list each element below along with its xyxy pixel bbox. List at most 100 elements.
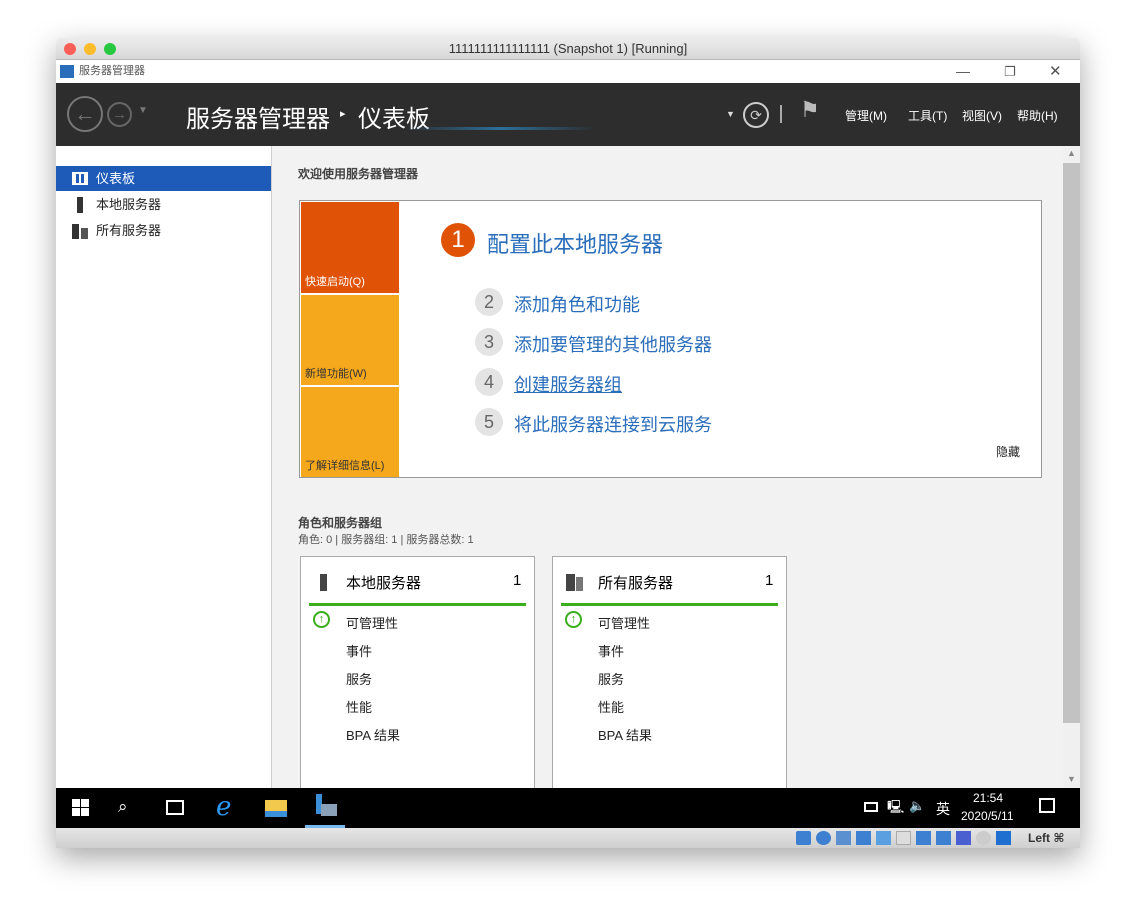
scroll-up-icon[interactable]: ▲ — [1067, 148, 1076, 158]
welcome-panel: 快速启动(Q) 新增功能(W) 了解详细信息(L) 1 配置此本地服务器 2 添… — [299, 200, 1042, 478]
audio-icon[interactable] — [836, 831, 851, 845]
card-count: 1 — [765, 572, 774, 589]
restore-icon[interactable]: ❐ — [1004, 60, 1016, 83]
roles-title: 角色和服务器组 — [298, 516, 383, 530]
vt-x-icon[interactable] — [956, 831, 971, 845]
tile-label: 了解详细信息(L) — [305, 460, 385, 472]
close-button[interactable] — [64, 43, 76, 55]
card-item[interactable]: 事件 — [346, 641, 372, 660]
card-title[interactable]: 所有服务器 — [598, 572, 673, 593]
servers-icon-part — [81, 228, 88, 239]
taskbar: ⌕ e 🖳 🔈 英 21:54 2020/5/11 — [56, 788, 1080, 828]
step-number: 1 — [441, 223, 475, 257]
zoom-button[interactable] — [104, 43, 116, 55]
server-manager-icon-part — [321, 804, 337, 816]
breadcrumb-app[interactable]: 服务器管理器 — [186, 99, 330, 134]
ie-icon[interactable]: e — [216, 792, 231, 822]
recording-icon[interactable] — [936, 831, 951, 845]
card-all-servers[interactable]: 所有服务器 1 ↑ 可管理性 事件 服务 性能 BPA 结果 — [552, 556, 787, 788]
optical-icon[interactable] — [816, 831, 831, 845]
step-add-servers[interactable]: 添加要管理的其他服务器 — [514, 331, 712, 357]
clock-date[interactable]: 2020/5/11 — [961, 809, 1014, 823]
task-view-icon[interactable] — [166, 800, 184, 815]
main-content: 欢迎使用服务器管理器 快速启动(Q) 新增功能(W) 了解详细信息(L) 1 配… — [272, 146, 1063, 788]
shared-folder-icon[interactable] — [896, 831, 911, 845]
servers-icon-part — [576, 577, 583, 591]
close-icon[interactable]: ✕ — [1049, 60, 1062, 83]
clock-time[interactable]: 21:54 — [973, 791, 1003, 805]
mouse-integration-icon[interactable] — [976, 831, 991, 845]
status-bar — [309, 603, 526, 606]
battery-icon[interactable] — [864, 802, 878, 812]
card-local-server[interactable]: 本地服务器 1 ↑ 可管理性 事件 服务 性能 BPA 结果 — [300, 556, 535, 788]
volume-muted-icon[interactable]: 🔈 — [909, 798, 925, 814]
sidebar-item-dashboard[interactable]: 仪表板 — [56, 166, 271, 191]
roles-summary: 角色: 0 | 服务器组: 1 | 服务器总数: 1 — [298, 534, 474, 546]
welcome-title: 欢迎使用服务器管理器 — [298, 167, 419, 181]
tile-quick-start[interactable]: 快速启动(Q) — [301, 202, 399, 293]
card-item[interactable]: 可管理性 — [346, 613, 398, 632]
usb-icon[interactable] — [876, 831, 891, 845]
vertical-scrollbar[interactable]: ▲ ▼ — [1063, 146, 1080, 788]
card-item[interactable]: BPA 结果 — [598, 725, 652, 744]
card-title[interactable]: 本地服务器 — [346, 572, 421, 593]
sidebar-item-local-server[interactable]: 本地服务器 — [56, 192, 271, 217]
step-create-server-group[interactable]: 创建服务器组 — [514, 371, 622, 397]
sidebar: 仪表板 本地服务器 所有服务器 — [56, 146, 272, 788]
step-connect-cloud[interactable]: 将此服务器连接到云服务 — [514, 411, 712, 437]
vm-title: 1111111111111111 (Snapshot 1) [Running] — [448, 41, 688, 56]
dropdown-icon[interactable]: ▼ — [726, 109, 735, 119]
status-up-icon: ↑ — [313, 611, 330, 628]
step-number: 3 — [475, 328, 503, 356]
menu-manage[interactable]: 管理(M) — [845, 107, 887, 124]
ime-indicator[interactable]: 英 — [936, 799, 950, 819]
back-button[interactable]: ← — [67, 96, 103, 132]
menu-view[interactable]: 视图(V) — [962, 107, 1002, 124]
minimize-icon[interactable]: — — [956, 60, 970, 83]
card-item[interactable]: 服务 — [346, 669, 372, 688]
divider — [780, 105, 782, 123]
card-item[interactable]: 服务 — [598, 669, 624, 688]
scroll-down-icon[interactable]: ▼ — [1067, 774, 1076, 784]
step-number: 5 — [475, 408, 503, 436]
start-button[interactable] — [72, 799, 89, 816]
history-dropdown-icon[interactable]: ▼ — [138, 105, 148, 116]
card-item[interactable]: 性能 — [346, 697, 372, 716]
tile-learn-more[interactable]: 了解详细信息(L) — [301, 387, 399, 477]
scrollbar-thumb[interactable] — [1063, 163, 1080, 723]
menu-tools[interactable]: 工具(T) — [908, 107, 947, 124]
notifications-flag-icon[interactable]: ⚑ — [800, 97, 820, 123]
vbox-statusbar: Left ⌘ — [56, 828, 1080, 848]
file-explorer-icon[interactable] — [265, 800, 287, 817]
breadcrumb-separator: ▸ — [340, 108, 346, 120]
card-item[interactable]: BPA 结果 — [346, 725, 400, 744]
card-item[interactable]: 可管理性 — [598, 613, 650, 632]
breadcrumb-underline — [406, 127, 596, 130]
server-icon — [320, 574, 327, 591]
display-icon[interactable] — [916, 831, 931, 845]
sidebar-label: 本地服务器 — [96, 197, 162, 212]
action-center-icon[interactable] — [1039, 798, 1055, 813]
status-up-icon: ↑ — [565, 611, 582, 628]
network-icon[interactable]: 🖳 — [887, 798, 904, 820]
sidebar-label: 所有服务器 — [96, 223, 162, 238]
step-add-roles[interactable]: 添加角色和功能 — [514, 291, 640, 317]
card-item[interactable]: 性能 — [598, 697, 624, 716]
tile-whats-new[interactable]: 新增功能(W) — [301, 295, 399, 385]
servers-icon — [72, 224, 79, 239]
hide-link[interactable]: 隐藏 — [996, 443, 1020, 460]
menu-help[interactable]: 帮助(H) — [1017, 107, 1058, 124]
refresh-icon[interactable]: ⟳ — [743, 102, 769, 128]
keyboard-capture-icon[interactable] — [996, 831, 1011, 845]
step-configure-local-server[interactable]: 配置此本地服务器 — [487, 227, 663, 259]
server-manager-icon — [60, 65, 74, 78]
forward-button[interactable]: → — [107, 102, 132, 127]
card-item[interactable]: 事件 — [598, 641, 624, 660]
header-bar: ← → ▼ 服务器管理器 ▸ 仪表板 ▼ ⟳ ⚑ 管理(M) 工具(T) 视图(… — [56, 83, 1080, 146]
hdd-icon[interactable] — [796, 831, 811, 845]
search-icon[interactable]: ⌕ — [118, 797, 128, 817]
window-titlebar: 服务器管理器 — ❐ ✕ — [56, 60, 1080, 83]
minimize-button[interactable] — [84, 43, 96, 55]
network-adapter-icon[interactable] — [856, 831, 871, 845]
sidebar-item-all-servers[interactable]: 所有服务器 — [56, 218, 271, 243]
